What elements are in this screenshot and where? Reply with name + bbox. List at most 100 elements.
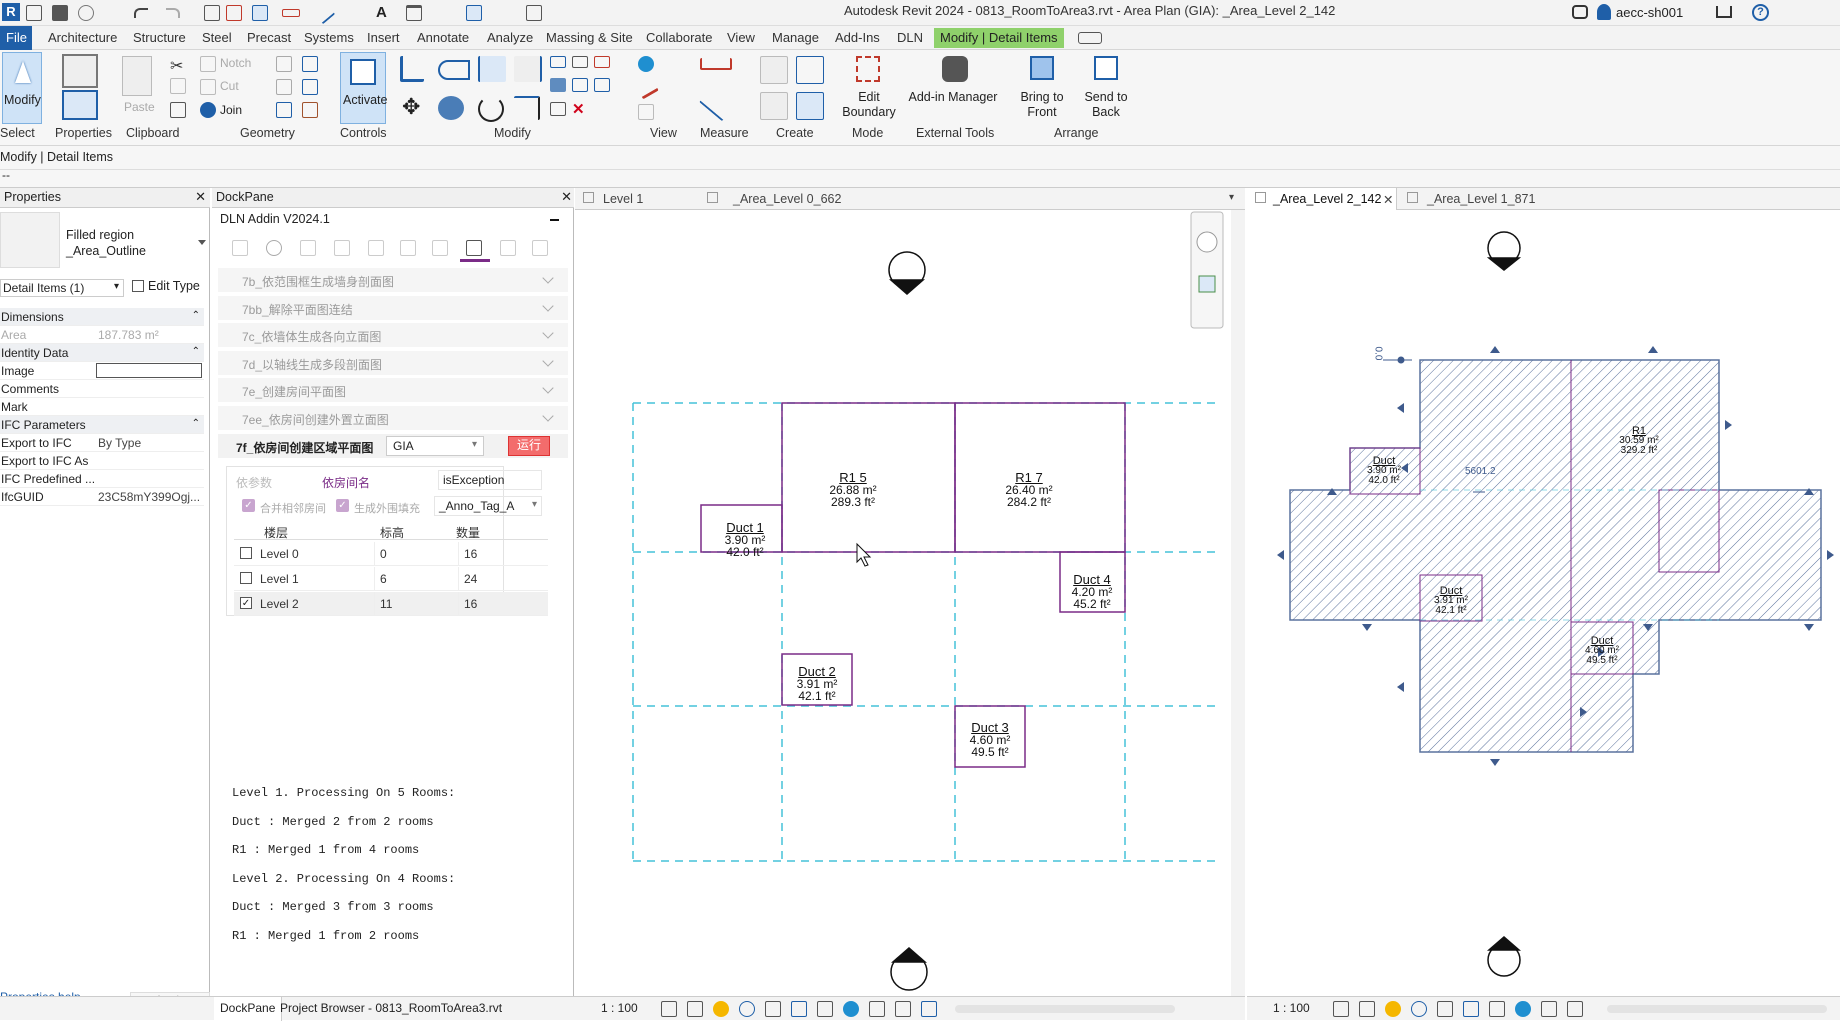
tool-3-icon[interactable]	[300, 240, 316, 256]
switch-windows-icon[interactable]	[526, 5, 542, 21]
tab-systems[interactable]: Systems	[304, 30, 354, 45]
instance-selector[interactable]: Detail Items (1) ▾	[0, 279, 124, 297]
create-parts-icon[interactable]	[796, 56, 824, 84]
property-value[interactable]	[96, 363, 202, 378]
level-checkbox[interactable]	[240, 572, 252, 584]
level-row[interactable]: Level 1 6 24	[234, 567, 548, 591]
properties-button[interactable]	[62, 90, 98, 120]
view-tab-area-level-1[interactable]: _Area_Level 1_871	[1427, 192, 1535, 206]
level-elev[interactable]: 11	[380, 597, 392, 611]
create-group-icon[interactable]	[760, 92, 788, 120]
command-row[interactable]: 7c_依墙体生成各向立面图	[218, 323, 568, 347]
property-value[interactable]: 23C58mY399Ogj...	[98, 490, 200, 504]
help-icon[interactable]: ?	[1752, 4, 1769, 21]
view-tab-area-level-0[interactable]: _Area_Level 0_662	[733, 192, 841, 206]
chevron-down-icon[interactable]	[542, 354, 554, 367]
create-similar-icon[interactable]	[796, 92, 824, 120]
addin-manager-button[interactable]: Add-in Manager	[906, 54, 1000, 122]
level-count[interactable]: 16	[464, 547, 477, 561]
visual-style-icon[interactable]	[687, 1001, 703, 1017]
property-row[interactable]: Area 187.783 m²	[0, 326, 204, 344]
property-section[interactable]: Dimensions ⌃	[0, 308, 204, 326]
thin-lines-icon[interactable]	[466, 5, 482, 21]
cut-scissors-icon[interactable]: ✂	[170, 56, 186, 75]
type-name-line2[interactable]: _Area_Outline	[66, 244, 146, 258]
room-tag-r1-7[interactable]: R1 7 26.40 m² 284.2 ft²	[974, 471, 1084, 508]
user-icon[interactable]	[1597, 4, 1611, 20]
tab-architecture[interactable]: Architecture	[48, 30, 117, 45]
tool-1-icon[interactable]	[232, 240, 248, 256]
geometry-tool-2-icon[interactable]	[302, 56, 318, 72]
edit-type-button[interactable]: Edit Type	[132, 279, 206, 297]
sun-path-icon[interactable]	[713, 1001, 729, 1017]
tag-icon[interactable]	[282, 9, 300, 17]
create-assembly-icon[interactable]	[760, 56, 788, 84]
property-row[interactable]: Mark	[0, 398, 204, 416]
room-tag-duct-4[interactable]: Duct 4 4.20 m² 45.2 ft²	[1052, 573, 1132, 610]
cut-geometry-icon[interactable]	[200, 79, 216, 95]
tool-10-icon[interactable]	[532, 240, 548, 256]
minimize-icon[interactable]	[550, 219, 559, 221]
tag-select[interactable]: _Anno_Tag_A ▾	[434, 496, 542, 516]
command-row[interactable]: 7ee_依房间创建外置立面图	[218, 405, 568, 430]
notch-icon[interactable]	[200, 56, 216, 72]
mirror-draw-icon[interactable]	[514, 56, 542, 82]
home-icon[interactable]	[406, 5, 422, 21]
paint-icon[interactable]	[302, 102, 318, 118]
analytical-icon[interactable]	[1541, 1001, 1557, 1017]
offset-2-icon[interactable]	[594, 78, 610, 92]
crop-region-icon[interactable]	[1463, 1001, 1479, 1017]
measure-distance-icon[interactable]	[700, 58, 732, 70]
chevron-down-icon[interactable]	[542, 299, 554, 312]
property-row[interactable]: IfcGUID 23C58mY399Ogj...	[0, 488, 204, 506]
reveal-hidden-icon[interactable]	[843, 1001, 859, 1017]
view-switch-dropdown[interactable]	[1078, 32, 1102, 44]
line-icon[interactable]	[312, 1, 336, 25]
tab-file[interactable]: File	[0, 26, 32, 50]
trim-icon[interactable]	[514, 96, 540, 120]
room-tag-duct-1[interactable]: Duct 1 3.90 m² 42.0 ft²	[705, 521, 785, 558]
view-scale[interactable]: 1 : 100	[1273, 1001, 1310, 1015]
send-to-back-button[interactable]: Send to Back	[1076, 54, 1136, 122]
property-section[interactable]: Identity Data ⌃	[0, 344, 204, 362]
tab-modify-detail-items[interactable]: Modify | Detail Items	[934, 28, 1064, 48]
outer-fill-checkbox[interactable]: ✓	[336, 499, 349, 512]
level-elev[interactable]: 6	[380, 572, 387, 586]
geometry-tool-3-icon[interactable]	[276, 79, 292, 95]
highlight-icon[interactable]	[895, 1001, 911, 1017]
analytical-icon[interactable]	[869, 1001, 885, 1017]
area-level-2-view[interactable]: 0.0 5601.2 R1 30.59 m² 329.2 ft² Duct 3.90 …	[1247, 210, 1840, 996]
join-label[interactable]: Join	[220, 103, 242, 117]
command-row[interactable]: 7e_创建房间平面图	[218, 378, 568, 402]
view-tab-area-level-2-active[interactable]: _Area_Level 2_142 ✕	[1247, 188, 1397, 210]
align-icon[interactable]	[400, 56, 424, 82]
level-elev[interactable]: 0	[380, 547, 387, 561]
override-graphics-icon[interactable]	[635, 76, 659, 100]
visual-style-icon[interactable]	[1359, 1001, 1375, 1017]
type-selector-arrow-icon[interactable]	[198, 240, 206, 245]
detail-level-icon[interactable]	[1333, 1001, 1349, 1017]
level-checkbox[interactable]	[240, 547, 252, 559]
area-tag-r1[interactable]: R1 30.59 m² 329.2 ft²	[1599, 426, 1679, 456]
view-tab-level-1[interactable]: Level 1	[603, 192, 643, 206]
highlight-icon[interactable]	[1567, 1001, 1583, 1017]
property-section[interactable]: IFC Parameters ⌃	[0, 416, 204, 434]
param-input[interactable]: isException	[438, 470, 542, 490]
close-icon[interactable]: ✕	[561, 189, 572, 205]
property-row[interactable]: Comments	[0, 380, 204, 398]
tab-view[interactable]: View	[727, 30, 755, 45]
type-properties-icon[interactable]	[62, 54, 98, 88]
split-gap-icon[interactable]	[594, 56, 610, 68]
vertical-scrollbar[interactable]	[1231, 210, 1245, 996]
close-tab-icon[interactable]: ✕	[1383, 192, 1393, 207]
tab-dln[interactable]: DLN	[897, 30, 923, 45]
pin-icon[interactable]	[572, 56, 588, 68]
room-tag-r1-5[interactable]: R1 5 26.88 m² 289.3 ft²	[798, 471, 908, 508]
tool-6-icon[interactable]	[400, 240, 416, 256]
copy-icon[interactable]	[170, 78, 186, 94]
chevron-down-icon[interactable]	[542, 272, 554, 284]
print-icon[interactable]	[204, 5, 220, 21]
area-scheme-select[interactable]: GIA ▾	[386, 436, 484, 456]
shadows-icon[interactable]	[1411, 1001, 1427, 1017]
select-dropdown[interactable]: Select	[0, 126, 35, 140]
